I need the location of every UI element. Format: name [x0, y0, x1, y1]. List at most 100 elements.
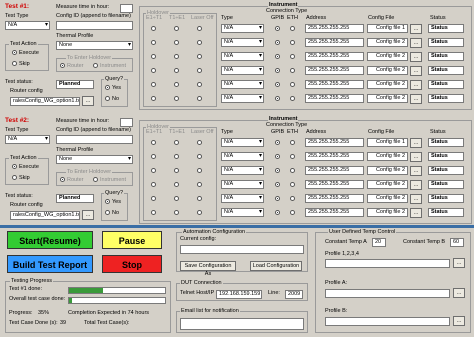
query-no-radio[interactable]: No [105, 210, 119, 217]
gpib-radio[interactable] [275, 168, 280, 173]
holdover-t1e1-radio[interactable] [174, 168, 179, 173]
gpib-radio[interactable] [275, 26, 280, 31]
holdover-laser-radio[interactable] [197, 26, 202, 31]
gpib-radio[interactable] [275, 196, 280, 201]
holdover-t1e1-radio[interactable] [174, 68, 179, 73]
instrument-type-select[interactable]: N/A [221, 24, 264, 33]
gpib-radio[interactable] [275, 182, 280, 187]
holdover-t1e1-radio[interactable] [174, 54, 179, 59]
holdover-e1t1-radio[interactable] [151, 182, 156, 187]
holdover-e1t1-radio[interactable] [151, 82, 156, 87]
instrument-type-select[interactable]: N/A [221, 38, 264, 47]
config-file-input[interactable]: Config file 2 [367, 208, 408, 217]
holdover-laser-radio[interactable] [197, 154, 202, 159]
const-temp-b-input[interactable]: 60 [450, 238, 464, 247]
router-config-input[interactable]: ralesConfig_WG_option1.txt [10, 211, 80, 220]
eth-radio[interactable] [290, 140, 295, 145]
config-file-browse-button[interactable]: ... [410, 180, 422, 190]
eth-radio[interactable] [290, 26, 295, 31]
eth-radio[interactable] [290, 154, 295, 159]
holdover-t1e1-radio[interactable] [174, 96, 179, 101]
address-input[interactable]: 255.255.255.255 [305, 94, 364, 103]
holdover-t1e1-radio[interactable] [174, 154, 179, 159]
gpib-radio[interactable] [275, 154, 280, 159]
current-config-input[interactable] [180, 245, 304, 254]
config-file-input[interactable]: Config file 2 [367, 52, 408, 61]
execute-radio[interactable]: Execute [12, 164, 39, 171]
config-file-browse-button[interactable]: ... [410, 152, 422, 162]
config-id-input[interactable] [56, 21, 133, 30]
thermal-profile-select[interactable]: None [56, 155, 133, 164]
holdover-laser-radio[interactable] [197, 54, 202, 59]
instrument-type-select[interactable]: N/A [221, 166, 264, 175]
address-input[interactable]: 255.255.255.255 [305, 152, 364, 161]
holdover-laser-radio[interactable] [197, 196, 202, 201]
eth-radio[interactable] [290, 68, 295, 73]
holdover-e1t1-radio[interactable] [151, 26, 156, 31]
measure-time-input[interactable] [120, 118, 133, 127]
load-configuration-button[interactable]: Load Configuration [250, 261, 302, 271]
config-file-browse-button[interactable]: ... [410, 138, 422, 148]
instrument-type-select[interactable]: N/A [221, 52, 264, 61]
holdover-laser-radio[interactable] [197, 82, 202, 87]
address-input[interactable]: 255.255.255.255 [305, 66, 364, 75]
eth-radio[interactable] [290, 210, 295, 215]
eth-radio[interactable] [290, 168, 295, 173]
build-test-report-button[interactable]: Build Test Report [7, 255, 93, 273]
address-input[interactable]: 255.255.255.255 [305, 166, 364, 175]
config-file-browse-button[interactable]: ... [410, 80, 422, 90]
config-file-browse-button[interactable]: ... [410, 194, 422, 204]
query-no-radio[interactable]: No [105, 96, 119, 103]
address-input[interactable]: 255.255.255.255 [305, 80, 364, 89]
eth-radio[interactable] [290, 82, 295, 87]
holdover-t1e1-radio[interactable] [174, 196, 179, 201]
config-file-input[interactable]: Config file 2 [367, 38, 408, 47]
config-file-input[interactable]: Config file 2 [367, 94, 408, 103]
instrument-type-select[interactable]: N/A [221, 208, 264, 217]
profile-1234-input[interactable] [325, 259, 450, 268]
instrument-type-select[interactable]: N/A [221, 94, 264, 103]
gpib-radio[interactable] [275, 68, 280, 73]
holdover-t1e1-radio[interactable] [174, 210, 179, 215]
holdover-laser-radio[interactable] [197, 210, 202, 215]
holdover-router-radio[interactable]: Router [60, 177, 84, 184]
eth-radio[interactable] [290, 182, 295, 187]
profile-b-input[interactable] [325, 317, 450, 326]
thermal-profile-select[interactable]: None [56, 41, 133, 50]
holdover-instrument-radio[interactable]: Instrument [93, 177, 126, 184]
profile-b-browse-button[interactable]: ... [453, 316, 465, 326]
holdover-t1e1-radio[interactable] [174, 26, 179, 31]
address-input[interactable]: 255.255.255.255 [305, 24, 364, 33]
execute-radio[interactable]: Execute [12, 50, 39, 57]
holdover-laser-radio[interactable] [197, 182, 202, 187]
skip-radio[interactable]: Skip [12, 175, 30, 182]
holdover-laser-radio[interactable] [197, 140, 202, 145]
gpib-radio[interactable] [275, 54, 280, 59]
config-file-input[interactable]: Config file 1 [367, 138, 408, 147]
holdover-laser-radio[interactable] [197, 40, 202, 45]
measure-time-input[interactable] [120, 4, 133, 13]
address-input[interactable]: 255.255.255.255 [305, 194, 364, 203]
config-id-input[interactable] [56, 135, 133, 144]
holdover-t1e1-radio[interactable] [174, 140, 179, 145]
instrument-type-select[interactable]: N/A [221, 152, 264, 161]
config-file-browse-button[interactable]: ... [410, 208, 422, 218]
router-config-browse-button[interactable]: ... [82, 210, 94, 220]
address-input[interactable]: 255.255.255.255 [305, 38, 364, 47]
router-config-input[interactable]: ralesConfig_WG_option1.txt [10, 97, 80, 106]
query-yes-radio[interactable]: Yes [105, 199, 121, 206]
holdover-e1t1-radio[interactable] [151, 68, 156, 73]
config-file-input[interactable]: Config file 2 [367, 166, 408, 175]
profile-a-input[interactable] [325, 289, 450, 298]
instrument-type-select[interactable]: N/A [221, 194, 264, 203]
gpib-radio[interactable] [275, 140, 280, 145]
holdover-router-radio[interactable]: Router [60, 63, 84, 70]
config-file-input[interactable]: Config file 1 [367, 24, 408, 33]
address-input[interactable]: 255.255.255.255 [305, 138, 364, 147]
gpib-radio[interactable] [275, 82, 280, 87]
config-file-browse-button[interactable]: ... [410, 94, 422, 104]
config-file-input[interactable]: Config file 2 [367, 152, 408, 161]
gpib-radio[interactable] [275, 40, 280, 45]
instrument-type-select[interactable]: N/A [221, 80, 264, 89]
stop-button[interactable]: Stop [102, 255, 162, 273]
